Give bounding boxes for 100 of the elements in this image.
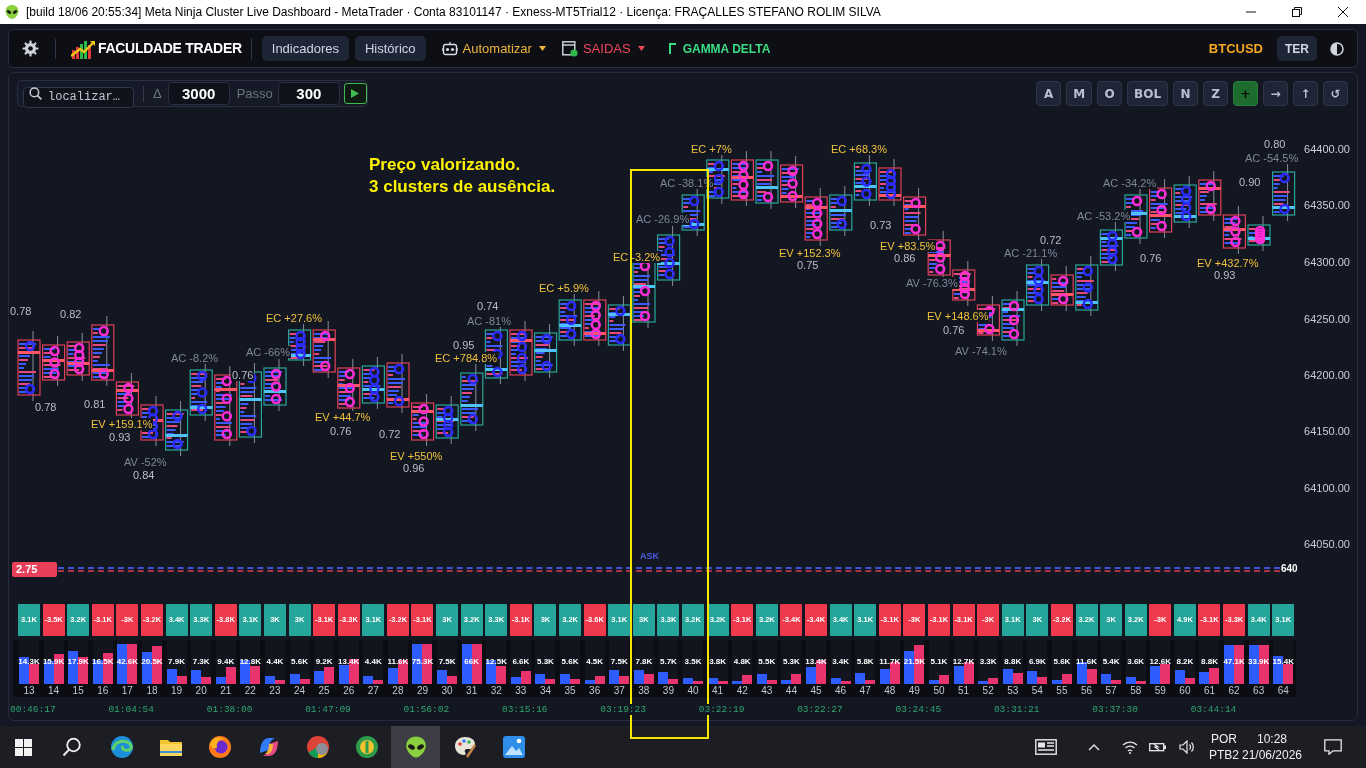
- play-button[interactable]: [343, 83, 367, 104]
- volume-label: 9.2K: [315, 657, 333, 666]
- volume-label: 5.3K: [782, 657, 800, 666]
- volume-label: 15.9K: [42, 657, 65, 666]
- newspaper-icon: [1035, 739, 1057, 755]
- candle-number: 32: [490, 685, 502, 697]
- menu-button[interactable]: Indicadores: [261, 36, 349, 61]
- candle-number: 63: [1253, 685, 1265, 697]
- tool-button[interactable]: ↺: [1323, 81, 1348, 106]
- battery-icon: [1149, 741, 1167, 753]
- tool-button[interactable]: A: [1036, 81, 1062, 106]
- day-button[interactable]: TER: [1277, 36, 1317, 61]
- event-label: EC +784.8%: [434, 352, 499, 364]
- time-label: 01:38:00: [206, 703, 253, 715]
- taskbar-app-button[interactable]: [391, 726, 440, 768]
- event-label: EV +550%: [389, 450, 444, 462]
- time-label: 03:24:45: [895, 703, 942, 715]
- volume-label: 13.4K: [805, 657, 827, 666]
- clock-button[interactable]: 10:28 21/06/2026: [1239, 731, 1305, 763]
- menu-dropdown[interactable]: Automatizar: [441, 36, 546, 61]
- browser-icon: [305, 735, 330, 759]
- step-field[interactable]: 300: [277, 82, 340, 105]
- range-field[interactable]: 3000: [167, 82, 230, 105]
- swirl-icon: [109, 735, 134, 759]
- volume-label: 8.8K: [1004, 657, 1022, 666]
- picture-icon: [501, 735, 526, 759]
- tool-button[interactable]: ↑: [1293, 81, 1318, 106]
- event-label: EV +159.1%: [90, 418, 154, 430]
- candle-number: 31: [466, 685, 478, 697]
- volume-label: 5.8K: [856, 657, 874, 666]
- volume-label: 12.6K: [1149, 657, 1171, 666]
- volume-label: 5.6K: [291, 657, 308, 666]
- candle-number: 53: [1007, 685, 1019, 697]
- candle-number: 22: [244, 685, 256, 697]
- volume-label: 7.5K: [438, 657, 456, 666]
- window-icon: [561, 40, 578, 57]
- tool-button[interactable]: M: [1066, 81, 1093, 106]
- ratio-label: 0.80: [1263, 138, 1287, 150]
- contrast-icon: [1330, 41, 1344, 56]
- candle-number: 60: [1179, 685, 1191, 697]
- tool-button[interactable]: Z: [1203, 81, 1229, 106]
- candle-number: 47: [859, 685, 871, 697]
- volume-label: 4.4K: [266, 657, 284, 666]
- menu-dropdown[interactable]: SAIDAS: [561, 36, 645, 61]
- ratio-label: 0.75: [796, 259, 820, 271]
- menu-link[interactable]: GAMMA DELTA: [668, 36, 771, 61]
- volume-label: 11.6K: [387, 657, 409, 666]
- tool-button[interactable]: →: [1263, 81, 1288, 106]
- ratio-label: 0.96: [402, 462, 426, 474]
- volume-label: 7.9K: [168, 657, 185, 666]
- ratio-label: 0.95: [452, 339, 476, 351]
- candle-number: 39: [662, 685, 674, 697]
- absence-label: AC -8.2%: [170, 352, 220, 364]
- volume-label: 5.5K: [758, 657, 776, 666]
- ratio-label: 0.73: [869, 219, 893, 231]
- event-label: EC +27.6%: [265, 312, 323, 324]
- settings-icon: [21, 40, 39, 57]
- candle-number: 48: [884, 685, 896, 697]
- ratio-label: 0.76: [1139, 252, 1163, 264]
- absence-label: AV -52%: [123, 456, 168, 468]
- candle-number: 41: [712, 685, 724, 697]
- tool-button[interactable]: N: [1173, 81, 1199, 106]
- volume-label: 5.4K: [1102, 657, 1120, 666]
- candle-number: 14: [48, 685, 60, 697]
- time-label: 03:44:14: [1190, 703, 1237, 715]
- candle-number: 57: [1105, 685, 1117, 697]
- volume-label: 3.5K: [684, 657, 702, 666]
- theme-button[interactable]: [1329, 40, 1345, 57]
- alien-icon: [4, 4, 20, 20]
- event-label: EC +7%: [690, 143, 733, 155]
- menu-button[interactable]: Histórico: [355, 36, 426, 61]
- language-button[interactable]: POR PTB2: [1209, 731, 1239, 763]
- volume-label: 5.6K: [561, 657, 579, 666]
- caret-icon: [538, 46, 546, 51]
- time-label: 01:47:09: [305, 703, 351, 715]
- price-label: 64050.00: [1304, 538, 1350, 550]
- palette-icon: [452, 735, 477, 759]
- candle-number: 26: [343, 685, 355, 697]
- volume-label: 33.9K: [1248, 657, 1270, 666]
- time-label: 03:22:27: [797, 703, 843, 715]
- ratio-label: 0.86: [893, 252, 917, 264]
- candle-number: 25: [318, 685, 330, 697]
- price-label: 64200.00: [1304, 369, 1350, 381]
- volume-label: 47.1K: [1223, 657, 1245, 666]
- event-label: EC +5.9%: [538, 282, 590, 294]
- ratio-label: 0.72: [1039, 234, 1063, 246]
- volume-label: 5.7K: [659, 657, 677, 666]
- search-field[interactable]: localizar…: [23, 86, 134, 108]
- price-label: 64250.00: [1304, 313, 1350, 325]
- absence-label: AC -81%: [466, 315, 513, 327]
- candle-number: 56: [1080, 685, 1093, 697]
- candle-number: 44: [785, 685, 797, 697]
- volume-label: 8.8K: [1201, 657, 1218, 666]
- notification-icon: [1324, 739, 1342, 755]
- candle-number: 17: [121, 685, 133, 697]
- event-label: EV +148.6%: [926, 310, 990, 322]
- candle-number: 62: [1228, 685, 1240, 697]
- tool-button[interactable]: O: [1097, 81, 1123, 106]
- candle-number: 19: [171, 685, 183, 697]
- tool-button[interactable]: BOL: [1127, 81, 1169, 106]
